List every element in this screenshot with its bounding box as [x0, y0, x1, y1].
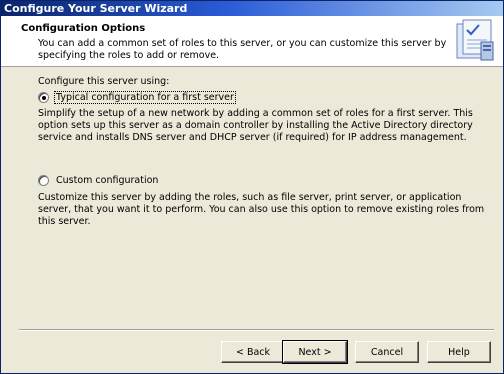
button-divider: [19, 329, 494, 331]
wizard-header: Configuration Options You can add a comm…: [1, 16, 503, 67]
radio-custom-configuration[interactable]: Custom configuration: [38, 175, 159, 186]
help-button[interactable]: Help: [427, 341, 491, 363]
typical-configuration-description: Simplify the setup of a new network by a…: [38, 108, 473, 143]
window-title: Configure Your Server Wizard: [1, 1, 503, 16]
page-title: Configuration Options: [21, 23, 146, 34]
radio-typical-configuration[interactable]: Typical configuration for a first server: [38, 91, 236, 104]
configure-prompt: Configure this server using:: [38, 76, 170, 87]
page-description: You can add a common set of roles to thi…: [38, 38, 447, 61]
custom-configuration-label[interactable]: Custom configuration: [55, 175, 159, 186]
server-wizard-icon: [453, 18, 497, 64]
back-button[interactable]: < Back: [221, 341, 285, 363]
wizard-window: Configure Your Server Wizard Configurati…: [0, 0, 504, 374]
radio-button-selected[interactable]: [38, 92, 49, 103]
typical-configuration-label[interactable]: Typical configuration for a first server: [54, 91, 236, 104]
cancel-button[interactable]: Cancel: [355, 341, 419, 363]
next-button[interactable]: Next >: [282, 340, 348, 364]
custom-configuration-description: Customize this server by adding the role…: [38, 192, 485, 227]
radio-button[interactable]: [38, 175, 49, 186]
